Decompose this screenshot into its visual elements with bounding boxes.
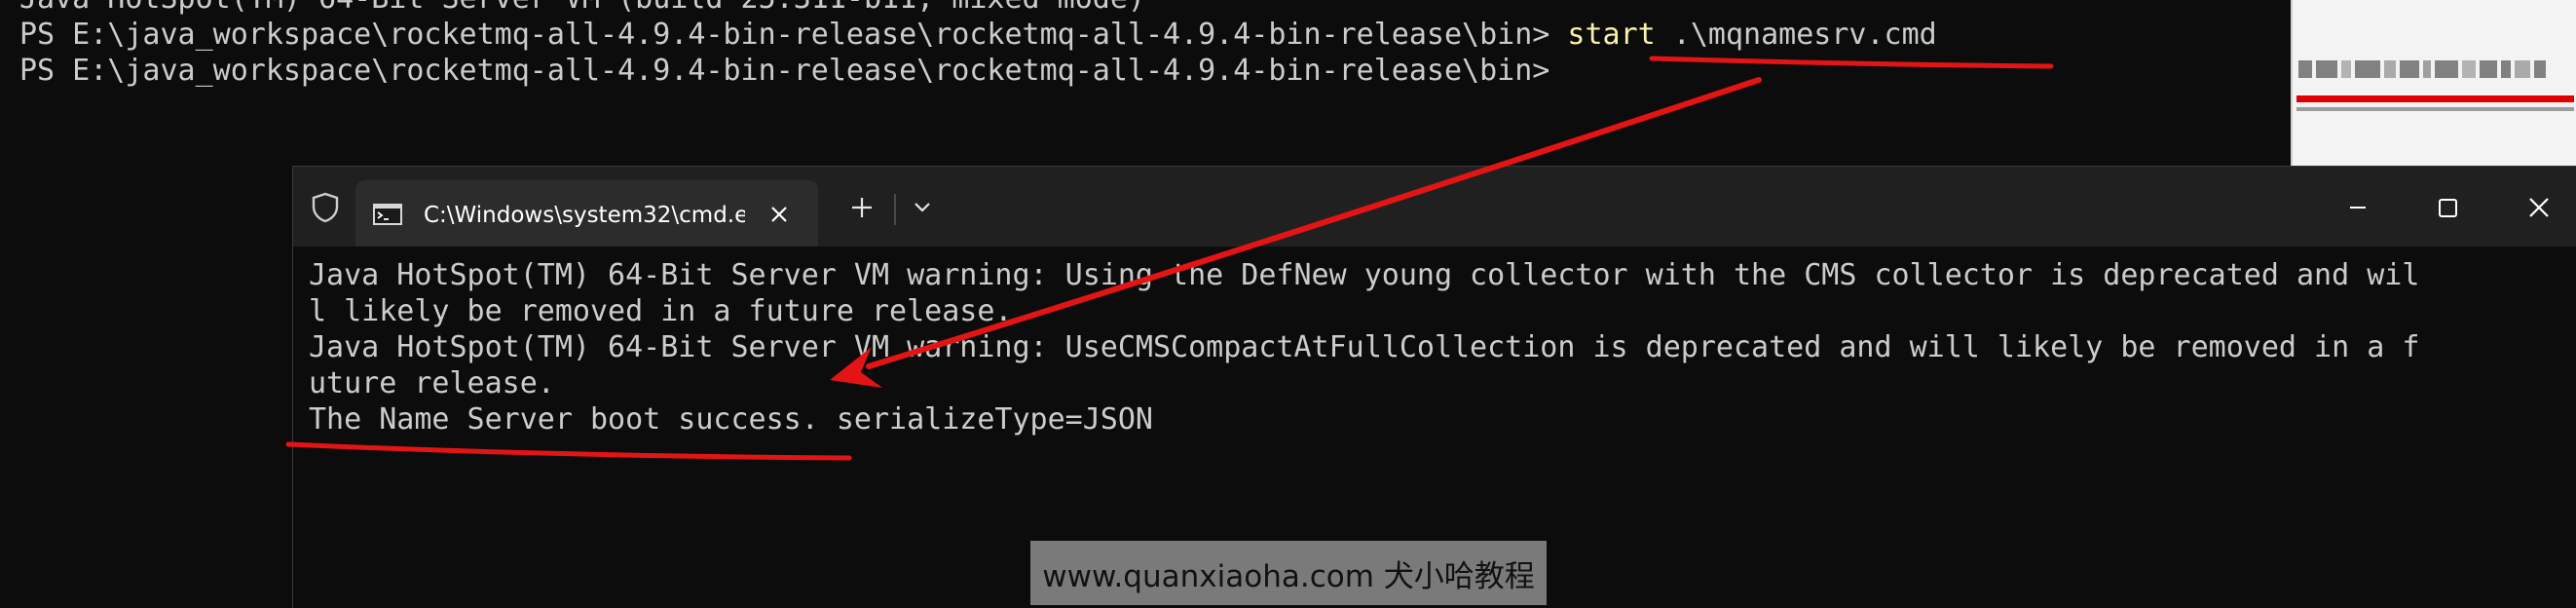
cmd-icon xyxy=(373,204,402,225)
console-line: The Name Server boot success. serializeT… xyxy=(309,402,1153,437)
console-line: Java HotSpot(TM) 64-Bit Server VM warnin… xyxy=(309,330,2420,364)
tab-cmd[interactable]: C:\Windows\system32\cmd.exe xyxy=(355,180,818,247)
close-icon[interactable] xyxy=(765,200,794,229)
console-line: uture release. xyxy=(309,366,555,400)
terminal-prompt-line: PS E:\java_workspace\rocketmq-all-4.9.4-… xyxy=(19,54,1550,88)
console-line: l likely be removed in a future release. xyxy=(309,294,1013,328)
prompt-text: PS E:\java_workspace\rocketmq-all-4.9.4-… xyxy=(19,18,1568,52)
red-underline-mark xyxy=(2296,95,2574,102)
console-output[interactable]: Java HotSpot(TM) 64-Bit Server VM warnin… xyxy=(309,257,2558,437)
blurred-content xyxy=(2298,53,2573,86)
terminal-prompt-line: PS E:\java_workspace\rocketmq-all-4.9.4-… xyxy=(19,17,1937,53)
watermark: www.quanxiaoha.com 犬小哈教程 xyxy=(1030,541,1547,605)
divider xyxy=(894,194,896,225)
console-line: Java HotSpot(TM) 64-Bit Server VM warnin… xyxy=(309,258,2420,292)
tab-title: C:\Windows\system32\cmd.exe xyxy=(424,203,745,228)
maximize-icon[interactable] xyxy=(2428,188,2467,227)
shield-icon[interactable] xyxy=(311,192,340,223)
close-icon[interactable] xyxy=(2518,186,2560,229)
blurred-side-window xyxy=(2291,0,2576,166)
tab-bar: C:\Windows\system32\cmd.exe xyxy=(293,167,2576,247)
command-args: .\mqnamesrv.cmd xyxy=(1655,18,1937,52)
minimize-icon[interactable] xyxy=(2338,188,2377,227)
terminal-line: Java HotSpot(TM) 64-Bit Server VM (build… xyxy=(19,0,1145,17)
command-keyword: start xyxy=(1567,18,1656,52)
chevron-down-icon[interactable] xyxy=(909,198,936,217)
divider xyxy=(2296,107,2574,111)
plus-icon[interactable] xyxy=(848,194,876,221)
